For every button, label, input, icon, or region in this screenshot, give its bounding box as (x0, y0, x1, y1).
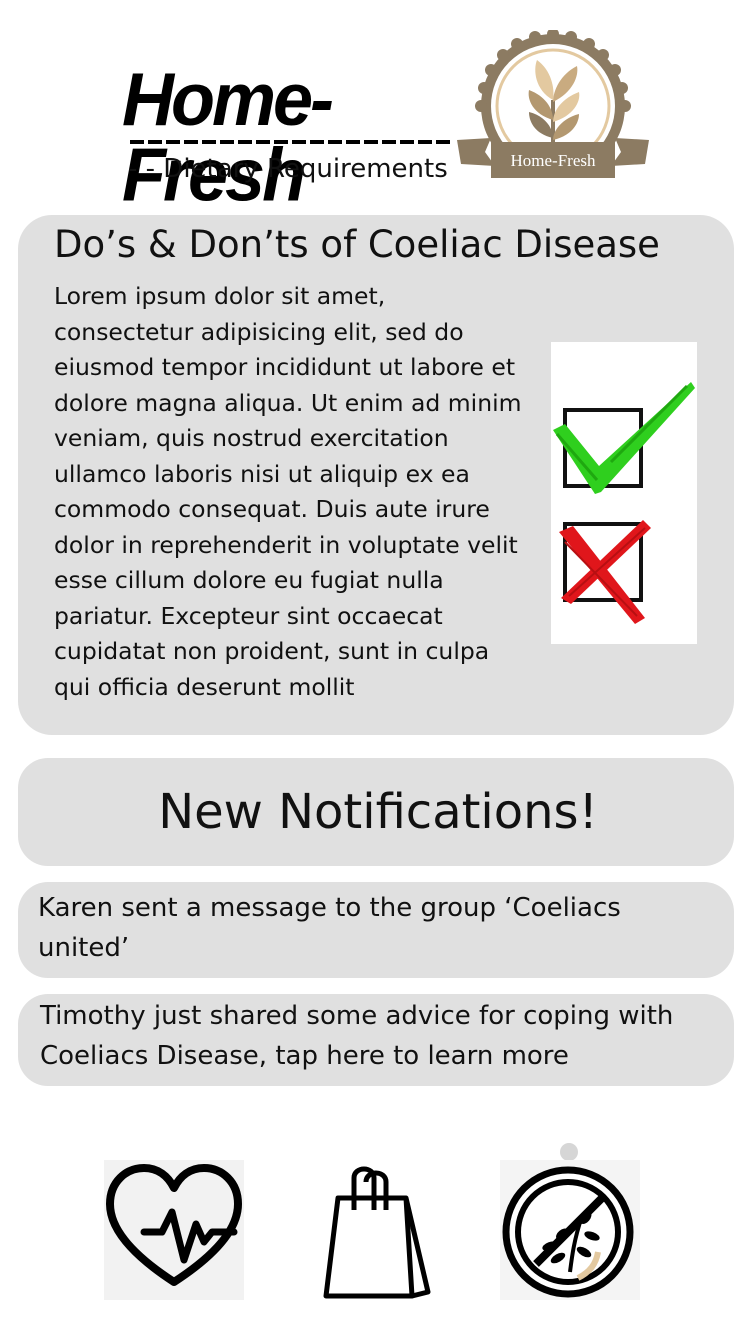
cross-icon (559, 520, 651, 624)
heart-pulse-icon (106, 1164, 242, 1286)
checkmark-icon (553, 382, 695, 494)
brand-underline (130, 140, 450, 144)
nav-shop-button[interactable] (316, 1160, 456, 1300)
nav-indicator-dot (560, 1143, 578, 1161)
card-title: Do’s & Don’ts of Coeliac Disease (54, 223, 660, 266)
notifications-header: New Notifications! (18, 758, 734, 866)
card-body-text: Lorem ipsum dolor sit amet, consectetur … (54, 282, 522, 701)
gluten-free-icon (502, 1166, 634, 1298)
coeliac-info-card[interactable]: Do’s & Don’ts of Coeliac Disease Lorem i… (18, 215, 734, 735)
notification-item[interactable]: Timothy just shared some advice for copi… (18, 994, 734, 1086)
brand-logo: Home-Fresh (455, 28, 655, 190)
dos-donts-graphic (551, 342, 697, 644)
brand-title: Home-Fresh (122, 57, 334, 218)
app-header: Home-Fresh - - Dietary Requirements Home… (0, 0, 750, 213)
nav-gluten-free-button[interactable] (500, 1160, 640, 1300)
nav-health-button[interactable] (104, 1160, 244, 1300)
page-subtitle: - - Dietary Requirements (128, 154, 448, 184)
logo-ribbon-text: Home-Fresh (511, 151, 596, 170)
notification-text: Karen sent a message to the group ‘Coeli… (38, 893, 621, 963)
notification-text: Timothy just shared some advice for copi… (40, 1001, 674, 1071)
notification-item[interactable]: Karen sent a message to the group ‘Coeli… (18, 882, 734, 978)
shopping-bag-icon (323, 1166, 431, 1299)
notifications-title: New Notifications! (158, 784, 598, 840)
